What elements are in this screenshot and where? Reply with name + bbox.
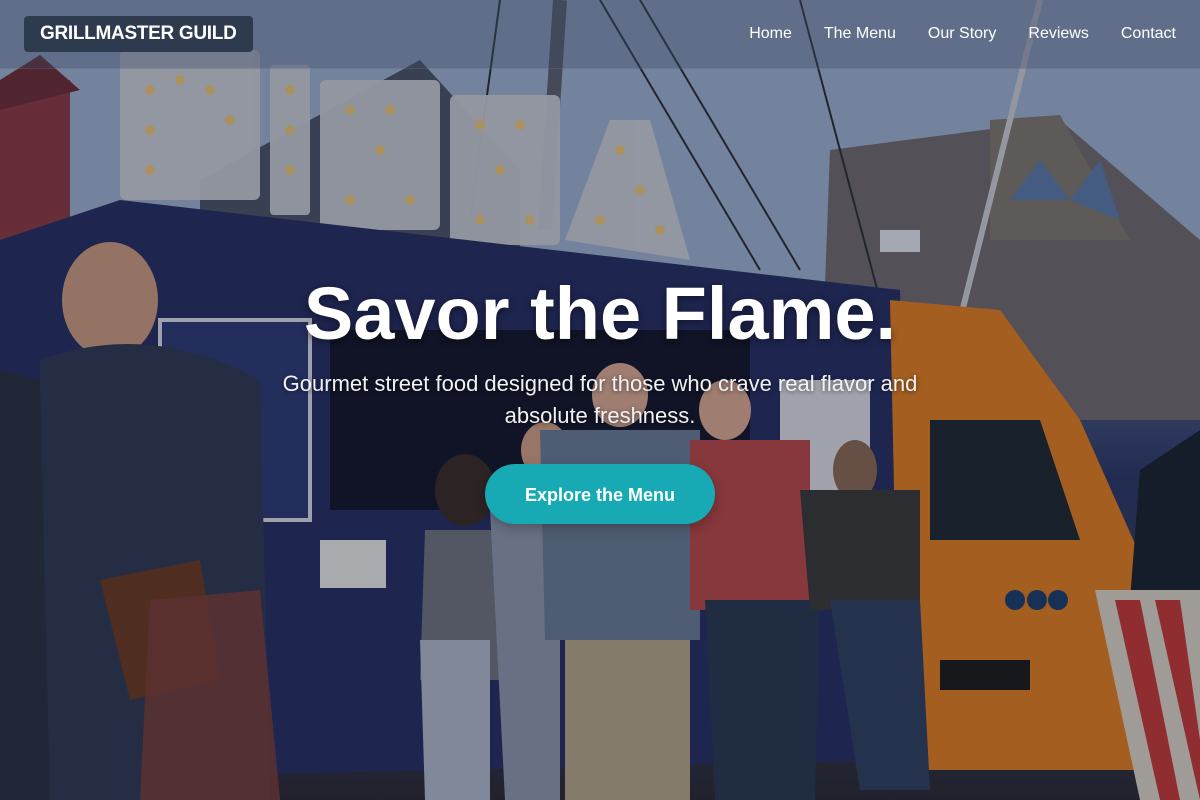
explore-menu-button[interactable]: Explore the Menu <box>485 464 715 524</box>
nav-link-contact[interactable]: Contact <box>1121 25 1176 43</box>
nav-link-home[interactable]: Home <box>749 25 792 43</box>
nav-link-reviews[interactable]: Reviews <box>1028 25 1088 43</box>
nav-link-the-menu[interactable]: The Menu <box>824 25 896 43</box>
hero-section: GRILLMASTER GUILD Home The Menu Our Stor… <box>0 0 1200 800</box>
top-navbar: GRILLMASTER GUILD Home The Menu Our Stor… <box>0 0 1200 69</box>
hero-content: Savor the Flame. Gourmet street food des… <box>0 272 1200 524</box>
nav-link-our-story[interactable]: Our Story <box>928 25 996 43</box>
brand-logo[interactable]: GRILLMASTER GUILD <box>24 16 253 52</box>
hero-subtitle: Gourmet street food designed for those w… <box>282 371 918 428</box>
hero-title: Savor the Flame. <box>303 272 897 355</box>
nav-links: Home The Menu Our Story Reviews Contact <box>749 0 1176 68</box>
